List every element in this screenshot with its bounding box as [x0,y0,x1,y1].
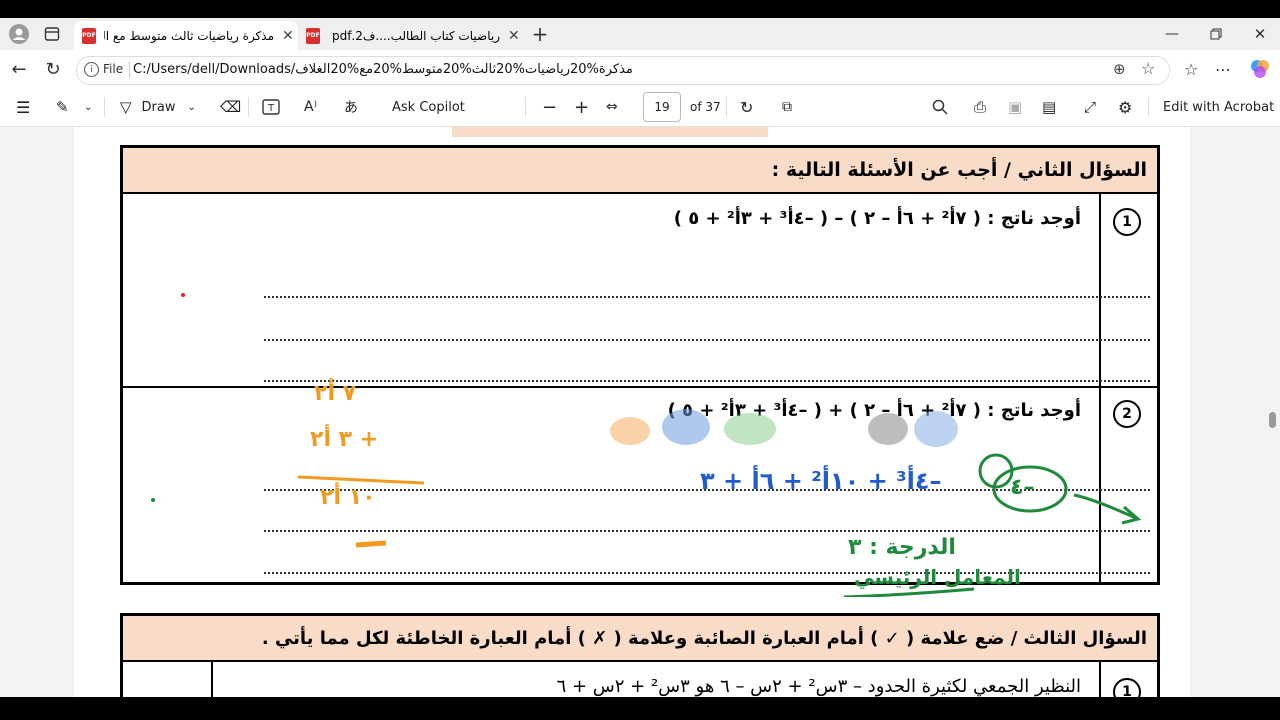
q3-header-text: السؤال الثالث / ضع علامة ( ✓ ) أمام العب… [261,627,1147,649]
minimize-icon[interactable]: — [1160,24,1184,44]
highlight-icon[interactable]: ✎ [56,88,69,126]
new-tab-icon[interactable]: + [530,22,550,46]
svg-text:T: T [267,103,275,114]
favorite-star-icon[interactable]: ☆ [1141,59,1155,78]
browser-window: PDF مذكرة رياضيات ثالث متوسط مع الغ ✕ PD… [0,18,1280,697]
address-row: ← ↻ i File C:/Users/dell/Downloads/مذكرة… [0,50,1280,88]
tab-textbook[interactable]: PDF رياضيات كتاب الطالب....ف2.pdf ✕ [300,21,524,50]
tab-title: مذكرة رياضيات ثالث متوسط مع الغ [104,28,274,43]
toolbar-divider [104,97,105,117]
zoom-out-icon[interactable]: − [542,88,557,126]
address-bar[interactable]: i File C:/Users/dell/Downloads/مذكرة%20ر… [76,56,1170,85]
text-box-icon[interactable]: T [262,88,280,126]
draw-button[interactable]: ▽ Draw ⌄ [120,88,196,126]
page-view-icon[interactable]: ⧉ [782,88,792,126]
save-as-icon[interactable]: ▤ [1042,88,1056,126]
pdf-page: السؤال الثاني / أجب عن الأسئلة التالية :… [74,127,1190,697]
q3-table: السؤال الثالث / ضع علامة ( ✓ ) أمام العب… [120,613,1160,697]
zoom-in-icon[interactable]: + [574,88,589,126]
tab-memo[interactable]: PDF مذكرة رياضيات ثالث متوسط مع الغ ✕ [74,21,298,50]
rotate-icon[interactable]: ↻ [740,88,753,126]
copilot-icon[interactable] [1248,57,1272,81]
page-total: of 37 [690,100,721,114]
save-icon[interactable]: ▣ [1008,88,1022,126]
page-number-input[interactable]: 19 [643,92,681,122]
ink-dot [151,498,155,502]
fullscreen-icon[interactable]: ⤢ [1084,88,1096,126]
close-icon[interactable]: ✕ [508,28,520,44]
tab-title: رياضيات كتاب الطالب....ف2.pdf [331,28,500,43]
pdf-icon: PDF [306,27,320,44]
draw-label: Draw [141,99,176,115]
close-window-icon[interactable]: ✕ [1248,24,1272,44]
zoom-icon[interactable]: ⊕ [1113,60,1126,78]
ink-stroke [355,540,387,548]
fit-page-icon[interactable]: ⇔ [606,88,618,126]
close-icon[interactable]: ✕ [282,28,294,44]
toolbar-divider [1148,97,1149,117]
ink-circled-coef: –٤ [1010,475,1035,500]
scheme-label: File [103,62,124,76]
ask-copilot-button[interactable]: Ask Copilot [392,88,465,126]
tab-actions-icon[interactable] [42,24,62,44]
more-menu-icon[interactable]: ⋯ [1212,58,1234,80]
ink-dot [181,293,185,297]
print-icon[interactable]: ⎙ [974,88,986,126]
toolbar-divider [525,97,526,117]
refresh-icon[interactable]: ↻ [42,58,64,80]
scrollbar-thumb[interactable] [1269,412,1276,428]
back-icon[interactable]: ← [8,58,30,80]
url-text[interactable]: C:/Users/dell/Downloads/مذكرة%20رياضيات%… [133,62,633,77]
highlight-ellipse [868,413,908,445]
eraser-icon[interactable]: ⌫ [220,88,241,126]
pdf-toolbar: ☰ ✎ ⌄ ▽ Draw ⌄ ⌫ T A⁾ あ Ask Copilot − + … [0,88,1280,127]
highlight-ellipse [724,413,776,445]
ink-orange-line-3: ١٠ أ٢ [320,485,376,510]
ink-annotations [151,293,1142,597]
restore-icon[interactable] [1204,24,1228,44]
chevron-down-icon[interactable]: ⌄ [84,88,92,126]
edit-with-acrobat-button[interactable]: Edit with Acrobat [1163,88,1274,126]
answer-column-divider [211,662,213,697]
document-viewport[interactable]: السؤال الثاني / أجب عن الأسئلة التالية :… [0,127,1280,697]
contents-icon[interactable]: ☰ [16,88,30,126]
chevron-down-icon[interactable]: ⌄ [188,102,196,113]
settings-gear-icon[interactable]: ⚙ [1118,88,1132,126]
q3-header: السؤال الثالث / ضع علامة ( ✓ ) أمام العب… [123,616,1157,662]
info-icon[interactable]: i [84,62,99,77]
ink-degree-note: الدرجة : ٣ [848,535,956,560]
item-number-badge: 1 [1113,678,1141,697]
ink-handwritten-answer: –٤أ³ + ١٠أ² + ٦أ + ٣ [700,467,942,495]
draw-icon: ▽ [120,98,132,116]
ink-stroke [297,475,425,485]
vertical-divider [129,62,130,78]
q3-item1-statement: النظير الجمعي لكثيرة الحدود – ٣س² + ٢س –… [556,676,1081,697]
number-column-divider [1099,662,1101,697]
toolbar-divider [248,97,249,117]
pdf-icon: PDF [82,27,96,44]
ink-stroke [843,587,975,597]
search-icon[interactable] [932,88,948,126]
highlight-ellipse [610,417,650,445]
highlight-ellipse [662,409,710,445]
favorites-icon[interactable]: ☆ [1180,58,1202,80]
ink-orange-line-1: ٧ أ٢ [314,381,357,406]
ink-orange-line-2: + ٣ أ٢ [310,427,379,452]
toolbar-divider [726,97,727,117]
ink-stroke [1073,493,1139,521]
vertical-scrollbar[interactable] [1264,127,1280,697]
read-aloud-icon[interactable]: A⁾ [304,88,317,126]
profile-icon[interactable] [8,23,30,45]
ink-leading-coef-note: المعامل الرئيسي [854,565,1021,589]
tab-strip: PDF مذكرة رياضيات ثالث متوسط مع الغ ✕ PD… [0,18,1280,50]
translate-icon[interactable]: あ [344,88,358,126]
highlight-ellipse [914,411,958,447]
